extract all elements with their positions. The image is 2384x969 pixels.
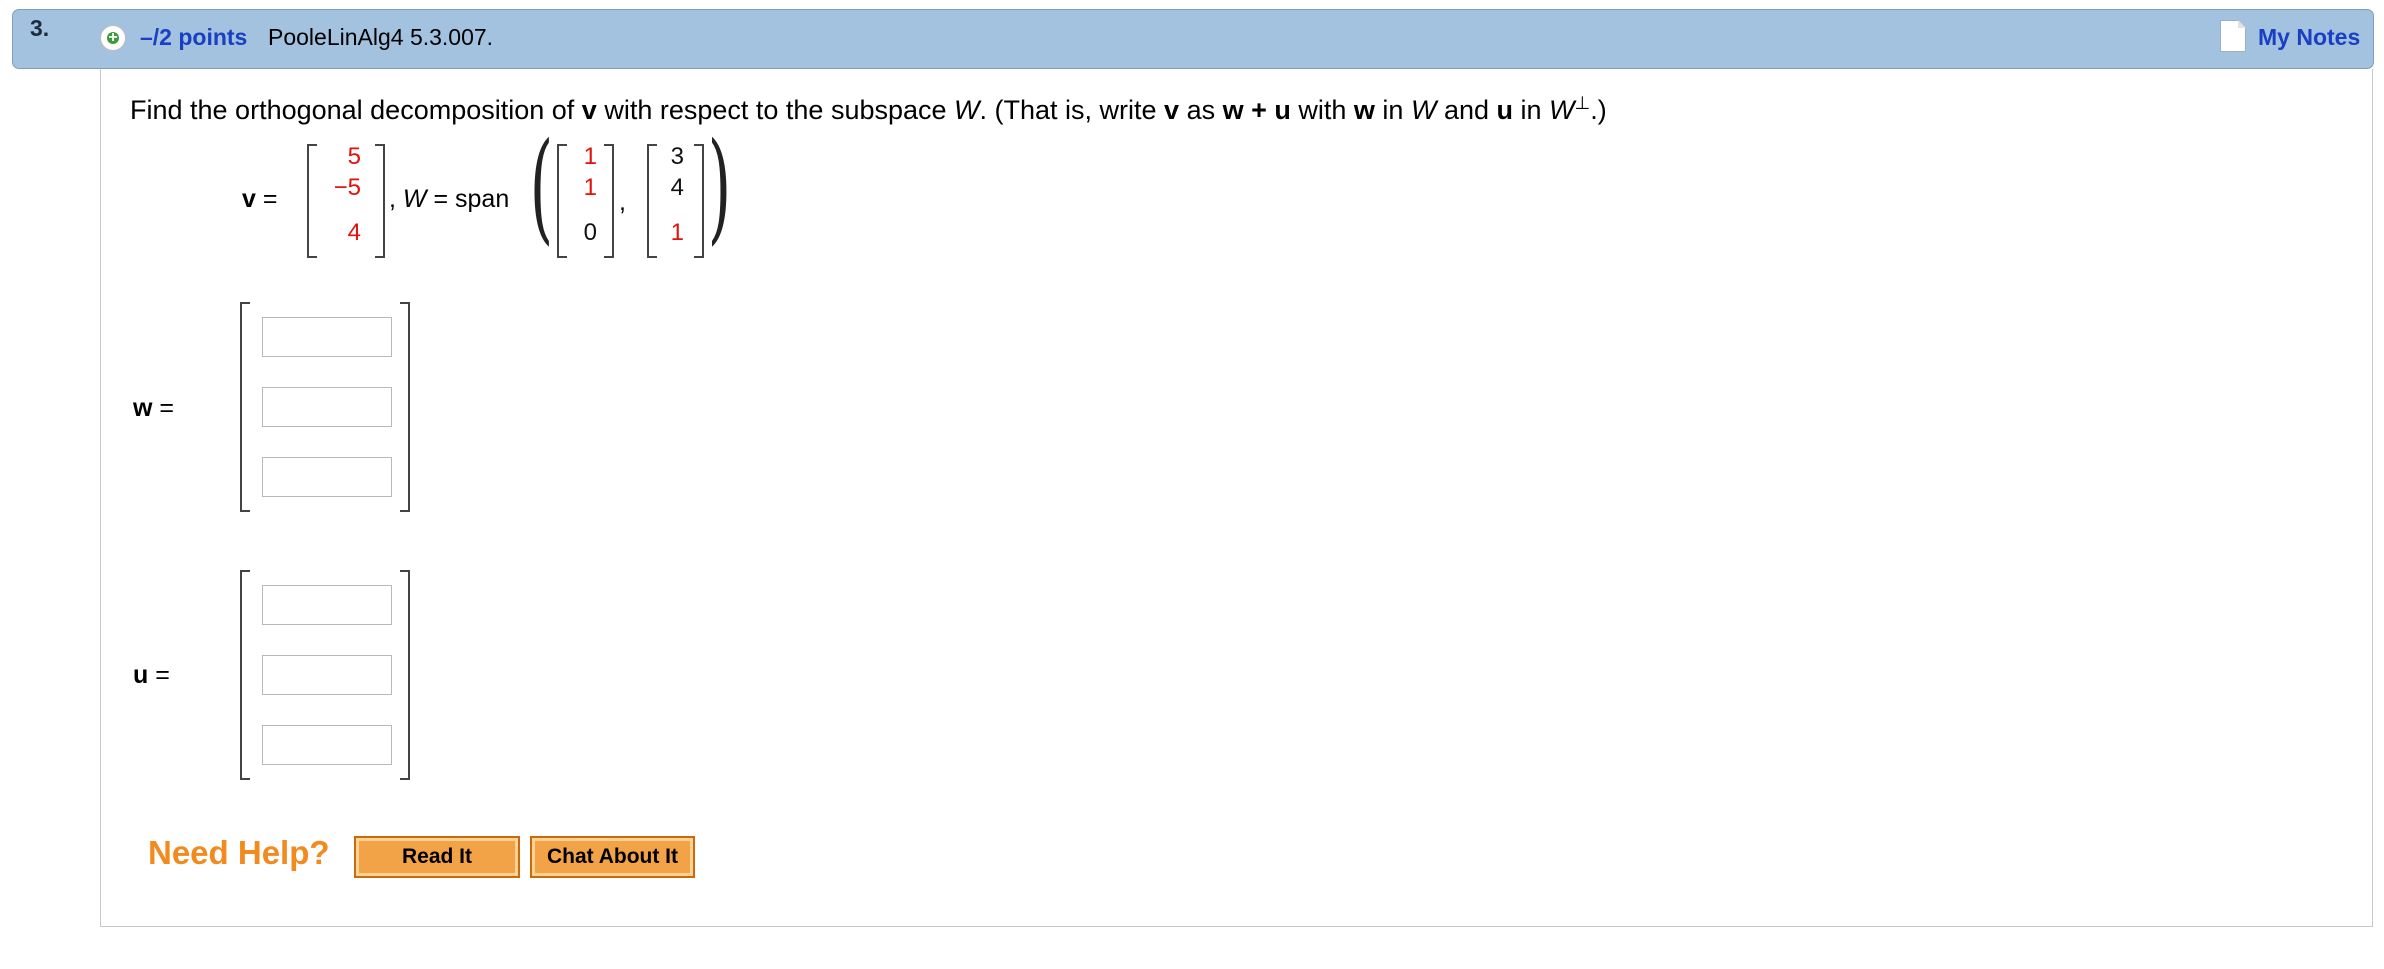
vector-v: v [1164,95,1180,125]
u-input-2[interactable] [262,655,392,695]
perp-symbol: ⊥ [1574,93,1591,113]
question-text-part: with respect to the subspace [596,95,955,125]
basis1-right-bracket [604,144,614,258]
subspace-W: W [402,185,427,213]
w-right-bracket [400,302,410,512]
my-notes-link[interactable]: My Notes [2258,24,2360,51]
subspace-W: W [954,95,980,125]
w-input-1[interactable] [262,317,392,357]
v-entry: 5 [347,143,361,170]
question-text-part: in [1374,95,1411,125]
basis-comma: , [619,188,626,216]
problem-id: PooleLinAlg4 5.3.007. [268,24,494,50]
W-equals-span: , W = span [389,185,509,214]
u-input-3[interactable] [262,725,392,765]
question-text-part: in [1513,95,1550,125]
w-left-bracket [240,302,250,512]
question-text-part: Find the orthogonal decomposition of [130,95,582,125]
equals-sign: = [262,185,278,213]
basis1-entry: 0 [583,219,597,246]
w-answer-label: w = [133,394,174,423]
need-help-label: Need Help? [148,834,330,871]
w-input-2[interactable] [262,387,392,427]
question-text: Find the orthogonal decomposition of v w… [130,93,1607,126]
question-text-part: .) [1590,95,1607,125]
points-link[interactable]: –/2 points [140,24,247,51]
v-label-text: v [242,185,256,213]
right-paren: ) [707,118,732,257]
question-text-part: . (That is, write [979,95,1165,125]
span-text: = span [433,185,510,213]
plus-circle-icon[interactable]: + [100,25,126,51]
v-label: v = [242,185,277,214]
subspace-W: W [1549,95,1575,125]
subspace-W: W [1410,95,1437,125]
w-label-text: w [133,394,153,422]
question-text-part: as [1179,95,1223,125]
v-right-bracket [375,144,385,258]
vector-sum: w + u [1222,95,1291,125]
v-entry: 4 [347,219,361,246]
u-right-bracket [400,570,410,780]
vector-w: w [1353,95,1375,125]
u-left-bracket [240,570,250,780]
v-left-bracket [307,144,317,258]
comma: , [389,185,396,213]
basis1-entry: 1 [583,143,597,170]
vector-u: u [1496,95,1514,125]
basis1-entry: 1 [583,174,597,201]
u-input-1[interactable] [262,585,392,625]
vector-v: v [581,95,597,125]
w-input-3[interactable] [262,457,392,497]
v-entry: −5 [333,174,361,201]
equals-sign: = [155,661,170,689]
u-answer-label: u = [133,661,170,690]
basis2-right-bracket [694,144,704,258]
question-number: 3. [30,15,50,41]
document-icon[interactable] [2220,20,2246,52]
basis2-entry: 1 [670,219,684,246]
u-label-text: u [133,661,149,689]
equals-sign: = [159,394,175,422]
question-text-part: and [1436,95,1497,125]
chat-about-it-button[interactable]: Chat About It [530,836,695,878]
basis2-entry: 4 [670,174,684,201]
question-text-part: with [1290,95,1354,125]
left-paren: ( [529,118,554,257]
basis2-entry: 3 [670,143,684,170]
read-it-button[interactable]: Read It [354,836,520,878]
